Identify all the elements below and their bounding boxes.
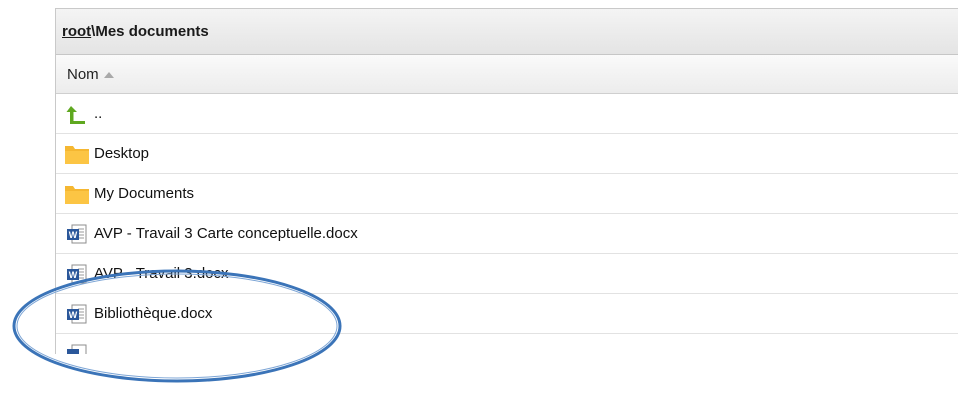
list-item-parent-directory[interactable]: .. xyxy=(56,94,958,134)
list-item-label: .. xyxy=(94,105,103,122)
up-arrow-icon xyxy=(64,103,90,125)
list-item-label: AVP - Travail 3 Carte conceptuelle.docx xyxy=(94,225,358,242)
list-item-label: Desktop xyxy=(94,145,150,162)
list-item-my-documents[interactable]: My Documents xyxy=(56,174,958,214)
svg-text:W: W xyxy=(69,310,78,320)
list-item-desktop[interactable]: Desktop xyxy=(56,134,958,174)
folder-icon xyxy=(64,183,90,205)
svg-text:W: W xyxy=(69,230,78,240)
column-header-name[interactable]: Nom xyxy=(56,55,958,94)
word-document-icon xyxy=(64,343,90,354)
list-item-label: AVP - Travail 3.docx xyxy=(94,265,229,282)
word-document-icon: W xyxy=(64,303,90,325)
column-header-label: Nom xyxy=(67,65,99,83)
word-document-icon: W xyxy=(64,263,90,285)
list-item-document[interactable]: W AVP - Travail 3 Carte conceptuelle.doc… xyxy=(56,214,958,254)
list-item-document[interactable]: W Bibliothèque.docx xyxy=(56,294,958,334)
list-item-label: Bibliothèque.docx xyxy=(94,305,213,322)
breadcrumb: root \ Mes documents xyxy=(56,9,958,55)
list-item-label: My Documents xyxy=(94,185,195,202)
word-document-icon: W xyxy=(64,223,90,245)
sort-ascending-icon xyxy=(103,71,114,78)
file-browser-panel: root \ Mes documents Nom .. Desktop My D… xyxy=(55,8,958,354)
svg-text:W: W xyxy=(69,270,78,280)
list-item-partial[interactable] xyxy=(56,334,958,354)
folder-icon xyxy=(64,143,90,165)
breadcrumb-current: Mes documents xyxy=(95,23,209,40)
list-item-document[interactable]: W AVP - Travail 3.docx xyxy=(56,254,958,294)
breadcrumb-root-link[interactable]: root xyxy=(62,23,91,40)
